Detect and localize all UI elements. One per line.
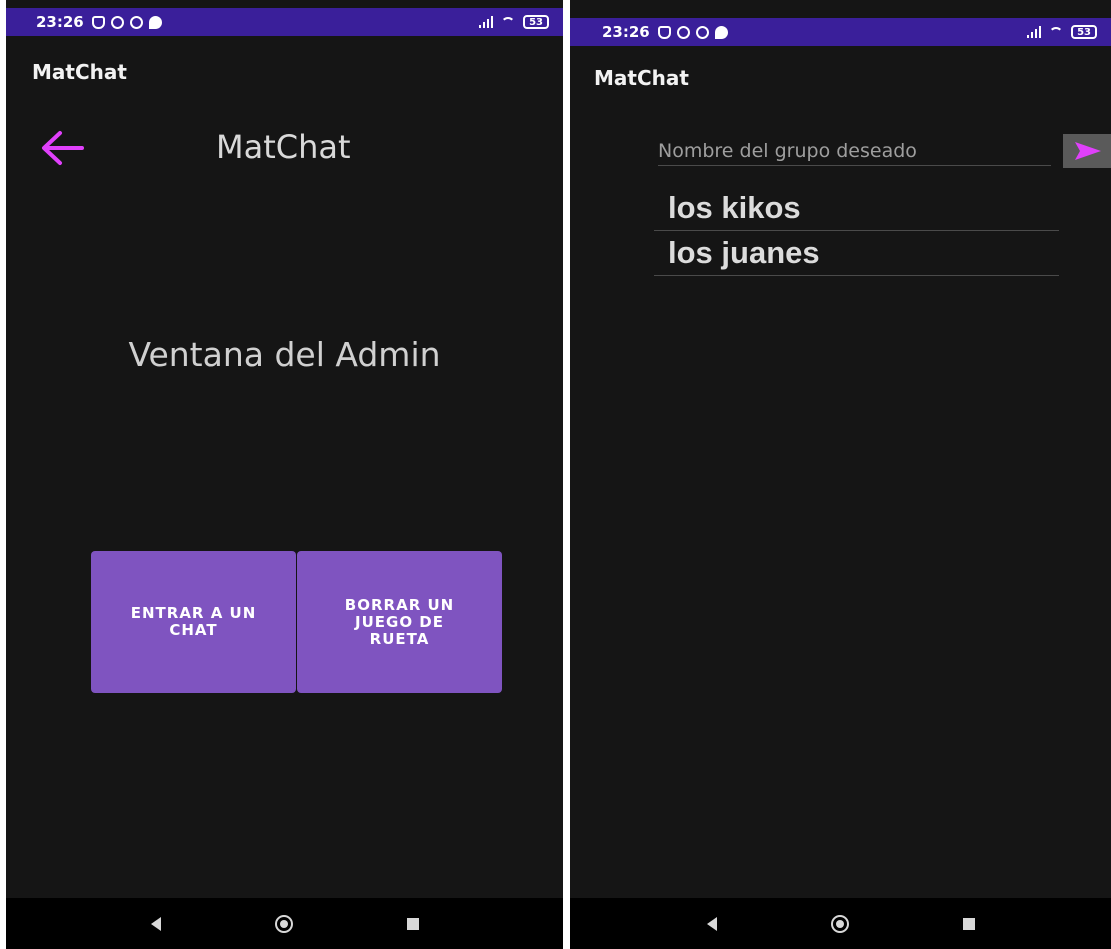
group-screen: 23:26 53 MatChat los kikos los juanes — [570, 0, 1111, 949]
recents-square-icon[interactable] — [406, 917, 419, 930]
alarm-icon — [676, 25, 690, 39]
group-list: los kikos los juanes — [654, 186, 1059, 276]
signal-icon — [479, 16, 494, 28]
mute-icon — [657, 25, 671, 39]
alarm-icon — [110, 15, 124, 29]
whatsapp-icon — [695, 25, 709, 39]
list-item[interactable]: los kikos — [654, 186, 1059, 231]
group-name-input[interactable] — [658, 136, 1051, 166]
nav-bar — [6, 898, 563, 949]
battery-icon: 53 — [523, 15, 549, 29]
home-circle-icon[interactable] — [274, 914, 293, 933]
arrow-left-icon[interactable] — [38, 128, 86, 168]
wifi-icon — [1049, 27, 1064, 37]
delete-game-button[interactable]: BORRAR UN JUEGO DE RUETA — [297, 551, 502, 693]
status-time: 23:26 — [602, 23, 650, 41]
recents-square-icon[interactable] — [962, 917, 975, 930]
battery-icon: 53 — [1071, 25, 1097, 39]
signal-icon — [1027, 26, 1042, 38]
status-bar: 23:26 53 — [570, 18, 1111, 46]
enter-chat-button[interactable]: ENTRAR A UN CHAT — [91, 551, 296, 693]
chat-bubble-icon — [714, 25, 728, 39]
chat-bubble-icon — [148, 15, 162, 29]
app-bar-title: MatChat — [32, 60, 127, 84]
send-button[interactable] — [1063, 134, 1111, 168]
home-circle-icon[interactable] — [830, 914, 849, 933]
admin-screen: 23:26 53 MatChat MatChat Ventana del Adm… — [6, 0, 563, 949]
back-triangle-icon[interactable] — [706, 916, 717, 931]
list-item[interactable]: los juanes — [654, 231, 1059, 276]
wifi-icon — [501, 17, 516, 27]
page-title: Ventana del Admin — [128, 335, 441, 374]
app-bar-title: MatChat — [594, 66, 689, 90]
status-time: 23:26 — [36, 13, 84, 31]
back-triangle-icon[interactable] — [150, 916, 161, 931]
nav-bar — [570, 898, 1111, 949]
header-title: MatChat — [216, 128, 351, 166]
whatsapp-icon — [129, 15, 143, 29]
mute-icon — [91, 15, 105, 29]
send-icon — [1075, 142, 1101, 160]
status-bar: 23:26 53 — [6, 8, 563, 36]
